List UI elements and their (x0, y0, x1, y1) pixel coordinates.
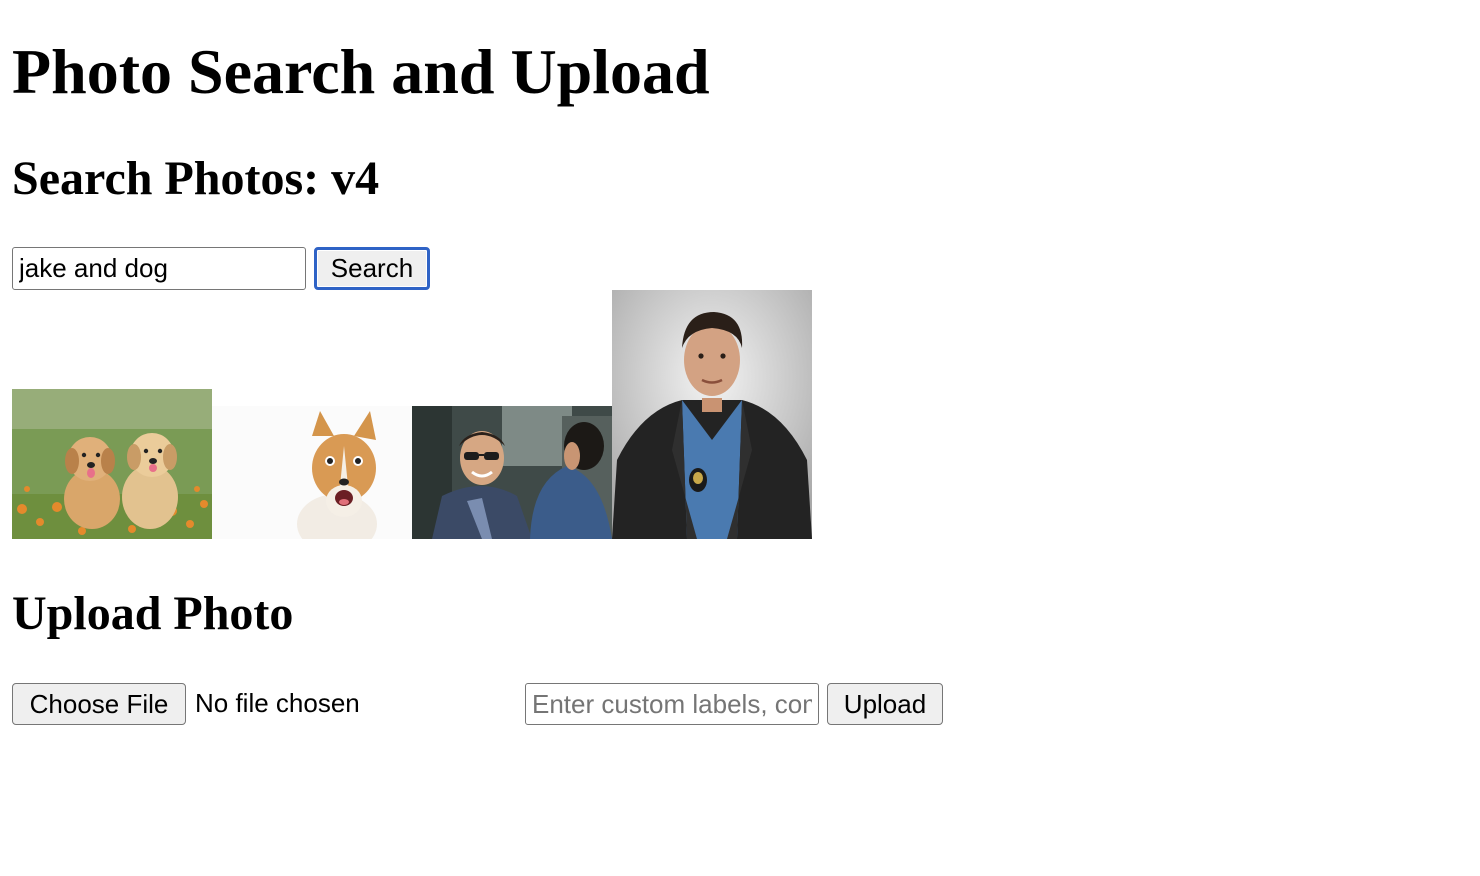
search-input[interactable] (12, 247, 306, 290)
result-photo-detective-portrait[interactable] (612, 290, 812, 539)
result-photo-puppies[interactable] (12, 389, 212, 539)
file-status-text: No file chosen (195, 688, 360, 718)
upload-button-label: Upload (843, 688, 927, 719)
corgi-photo-icon (212, 406, 412, 539)
upload-heading: Upload Photo (12, 587, 294, 640)
result-photo-corgi[interactable] (212, 406, 412, 539)
choose-file-button[interactable]: Choose File (12, 683, 186, 725)
choose-file-label: Choose File (29, 688, 169, 719)
custom-labels-input[interactable] (525, 683, 819, 725)
search-button[interactable]: Search (314, 247, 430, 290)
search-heading: Search Photos: v4 (12, 152, 380, 205)
detective-portrait-photo-icon (612, 290, 812, 539)
puppies-photo-icon (12, 389, 212, 539)
upload-button[interactable]: Upload (827, 683, 943, 725)
man-sunglasses-photo-icon (412, 406, 612, 539)
result-photo-man-sunglasses[interactable] (412, 406, 612, 539)
page-title: Photo Search and Upload (12, 36, 710, 107)
search-button-label: Search (330, 253, 414, 283)
